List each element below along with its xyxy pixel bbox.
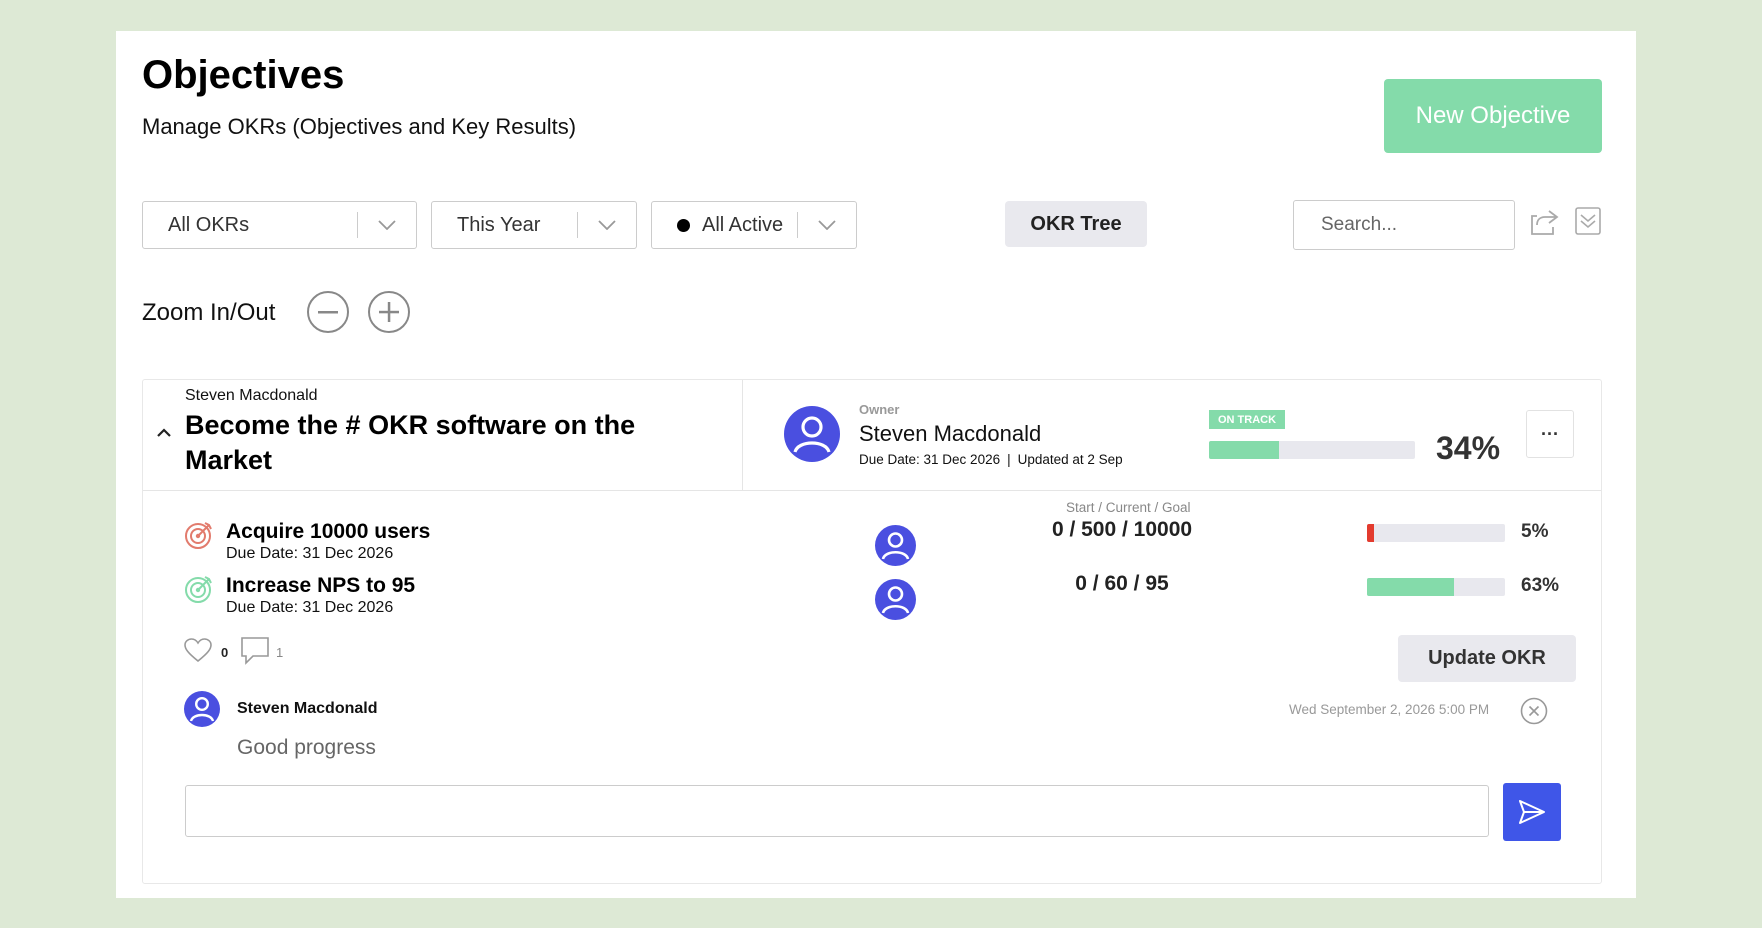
objective-author: Steven Macdonald (185, 387, 318, 404)
kr-title: Acquire 10000 users (226, 520, 431, 543)
status-dot-icon (677, 218, 690, 232)
status-badge: ON TRACK (1209, 410, 1286, 429)
kr-values: 0 / 60 / 95 (1075, 572, 1169, 595)
objective-progress-percent: 34% (1436, 430, 1501, 466)
chevron-down-icon (358, 220, 416, 230)
kr-progress-bar (1367, 578, 1505, 596)
commenter-name: Steven Macdonald (237, 700, 378, 717)
chevron-down-icon (798, 220, 856, 230)
comment-text: Good progress (237, 736, 376, 759)
page-title: Objectives (142, 53, 345, 97)
chevron-down-icon (578, 220, 636, 230)
kr-values-header: Start / Current / Goal (1066, 500, 1191, 515)
user-icon (189, 696, 215, 722)
period-value: This Year (457, 213, 541, 236)
like-icon[interactable] (184, 638, 212, 668)
page-subtitle: Manage OKRs (Objectives and Key Results) (142, 114, 577, 139)
new-objective-button[interactable]: New Objective (1384, 79, 1602, 153)
collapse-all-icon[interactable] (1575, 207, 1601, 240)
commenter-avatar (184, 691, 220, 727)
kr-owner-avatar (875, 525, 916, 566)
objective-progress-bar (1209, 441, 1415, 459)
okr-scope-select[interactable]: All OKRs (142, 201, 417, 249)
send-icon (1519, 800, 1545, 824)
objective-progress-fill (1209, 441, 1280, 459)
objective-header: Steven Macdonald Become the # OKR softwa… (143, 380, 1601, 491)
search-input[interactable] (1293, 200, 1515, 250)
target-icon (184, 574, 214, 609)
comment-icon[interactable] (241, 637, 269, 670)
kr-due-date: Due Date: 31 Dec 2026 (226, 545, 394, 562)
comment-input[interactable] (185, 785, 1489, 837)
comments-count: 1 (276, 645, 284, 660)
kr-progress-fill (1367, 524, 1374, 542)
user-icon (793, 416, 831, 453)
status-value: All Active (702, 213, 784, 236)
kr-progress-fill (1367, 578, 1454, 596)
target-icon (184, 520, 214, 555)
objective-card: Steven Macdonald Become the # OKR softwa… (142, 379, 1602, 884)
kr-title: Increase NPS to 95 (226, 574, 416, 597)
objective-title[interactable]: Become the # OKR software on the Market (185, 408, 635, 478)
kr-progress-bar (1367, 524, 1505, 542)
zoom-label: Zoom In/Out (142, 299, 276, 326)
chevron-up-icon[interactable] (157, 424, 171, 442)
kr-values: 0 / 500 / 10000 (1051, 518, 1193, 541)
send-button[interactable] (1503, 783, 1561, 841)
owner-label: Owner (859, 402, 900, 417)
comment-timestamp: Wed September 2, 2026 5:00 PM (1289, 702, 1490, 717)
zoom-in-button[interactable] (368, 291, 410, 333)
period-select[interactable]: This Year (431, 201, 637, 249)
share-icon[interactable] (1529, 207, 1561, 242)
owner-name: Steven Macdonald (859, 421, 1042, 446)
kr-due-date: Due Date: 31 Dec 2026 (226, 599, 394, 616)
user-icon (881, 532, 910, 560)
kr-owner-avatar (875, 579, 916, 620)
okr-scope-value: All OKRs (168, 213, 250, 236)
kr-percent: 5% (1521, 521, 1549, 542)
user-icon (881, 586, 910, 614)
more-options-button[interactable]: ··· (1526, 410, 1574, 458)
plus-icon (379, 302, 399, 322)
okr-tree-button[interactable]: OKR Tree (1005, 201, 1147, 247)
header-divider (742, 380, 743, 491)
owner-avatar (784, 406, 840, 462)
objectives-panel: Objectives Manage OKRs (Objectives and K… (116, 31, 1636, 898)
kr-percent: 63% (1521, 575, 1560, 596)
update-okr-button[interactable]: Update OKR (1398, 635, 1576, 682)
zoom-out-button[interactable] (307, 291, 349, 333)
status-select[interactable]: All Active (651, 201, 857, 249)
likes-count: 0 (221, 645, 229, 660)
close-icon[interactable] (1520, 697, 1548, 730)
objective-meta: Due Date: 31 Dec 2026 | Updated at 2 Sep (859, 452, 1123, 467)
minus-icon (318, 311, 338, 314)
